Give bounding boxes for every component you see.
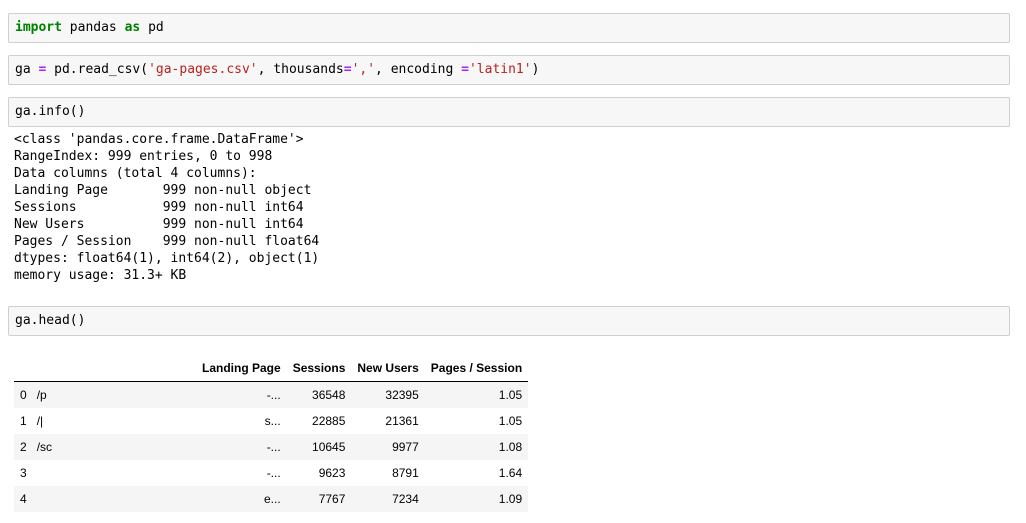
landing-page-end: -... bbox=[266, 440, 281, 454]
landing-page-start: /p bbox=[36, 388, 47, 402]
column-header-index bbox=[14, 354, 33, 382]
new-users-cell: 8791 bbox=[392, 466, 419, 480]
landing-page-cell: e... bbox=[33, 486, 287, 512]
table-row: 1 /| s... 22885 21361 1.05 bbox=[14, 408, 528, 434]
sessions-cell: 7767 bbox=[318, 492, 346, 506]
table-row: 3 -... 9623 8791 1.64 bbox=[14, 460, 528, 486]
new-users-cell: 32395 bbox=[385, 388, 419, 402]
new-users-cell: 7234 bbox=[392, 492, 419, 506]
code-cell-head[interactable]: ga.head() bbox=[8, 306, 1010, 336]
string-literal: 'latin1' bbox=[468, 62, 532, 77]
operator: = bbox=[343, 62, 352, 77]
keyword-import: import bbox=[15, 20, 62, 35]
column-header-new-users: New Users bbox=[351, 354, 425, 382]
code-cell-import[interactable]: import pandas as pd bbox=[8, 13, 1010, 43]
table-row: 2 /sc -... 10645 9977 1.08 bbox=[14, 434, 529, 460]
new-users-cell: 9977 bbox=[392, 440, 419, 454]
keyword-as: as bbox=[124, 20, 141, 35]
code-text: , encoding bbox=[375, 62, 462, 77]
table-header-row: Landing Page Sessions New Users Pages / … bbox=[14, 354, 529, 382]
pages-per-session-cell: 1.09 bbox=[498, 492, 523, 506]
pages-per-session-cell: 1.64 bbox=[498, 466, 523, 480]
landing-page-cell: /| s... bbox=[33, 408, 287, 434]
landing-page-cell: /sc -... bbox=[33, 434, 287, 460]
pages-per-session-cell: 1.05 bbox=[498, 414, 523, 428]
code-text: pd bbox=[140, 20, 164, 35]
sessions-cell: 36548 bbox=[312, 388, 346, 402]
code-text: ga bbox=[15, 62, 39, 77]
new-users-cell: 21361 bbox=[385, 414, 419, 428]
landing-page-end: e... bbox=[264, 492, 281, 506]
row-index: 2 bbox=[20, 440, 27, 454]
sessions-cell: 22885 bbox=[312, 414, 346, 428]
table-row: 0 /p -... 36548 32395 1.05 bbox=[14, 381, 529, 409]
column-header-pages-per-session: Pages / Session bbox=[424, 354, 529, 382]
pages-per-session-cell: 1.08 bbox=[498, 440, 523, 454]
table-row: 4 e... 7767 7234 1.09 bbox=[14, 486, 529, 512]
landing-page-cell: -... bbox=[33, 460, 287, 486]
landing-page-end: -... bbox=[266, 466, 281, 480]
landing-page-end: -... bbox=[266, 388, 281, 402]
row-index: 3 bbox=[20, 466, 27, 480]
column-header-sessions: Sessions bbox=[286, 354, 352, 382]
string-literal: 'ga-pages.csv' bbox=[148, 62, 258, 77]
code-cell-info[interactable]: ga.info() bbox=[8, 97, 1010, 127]
sessions-cell: 10645 bbox=[312, 440, 346, 454]
code-text: pd.read_csv( bbox=[46, 62, 149, 77]
column-header-landing-page: Landing Page bbox=[32, 354, 287, 382]
code-text: ) bbox=[531, 62, 540, 77]
code-cell-read-csv[interactable]: ga = pd.read_csv('ga-pages.csv', thousan… bbox=[8, 55, 1010, 85]
sessions-cell: 9623 bbox=[318, 466, 346, 480]
landing-page-cell: /p -... bbox=[33, 382, 287, 409]
row-index: 0 bbox=[20, 388, 27, 402]
code-text: ga.info() bbox=[15, 104, 86, 119]
row-index: 1 bbox=[20, 414, 27, 428]
row-index: 4 bbox=[20, 492, 27, 506]
landing-page-start: /| bbox=[36, 414, 44, 428]
landing-page-start: /sc bbox=[36, 440, 53, 454]
string-literal: ',' bbox=[351, 62, 376, 77]
pages-per-session-cell: 1.05 bbox=[498, 388, 523, 402]
landing-page-end: s... bbox=[264, 414, 281, 428]
code-text: ga.head() bbox=[15, 313, 86, 328]
dataframe-table: Landing Page Sessions New Users Pages / … bbox=[14, 354, 529, 512]
code-text: , thousands bbox=[257, 62, 344, 77]
code-text: pandas bbox=[61, 20, 125, 35]
info-output: <class 'pandas.core.frame.DataFrame'> Ra… bbox=[14, 132, 320, 283]
operator: = bbox=[461, 62, 469, 77]
